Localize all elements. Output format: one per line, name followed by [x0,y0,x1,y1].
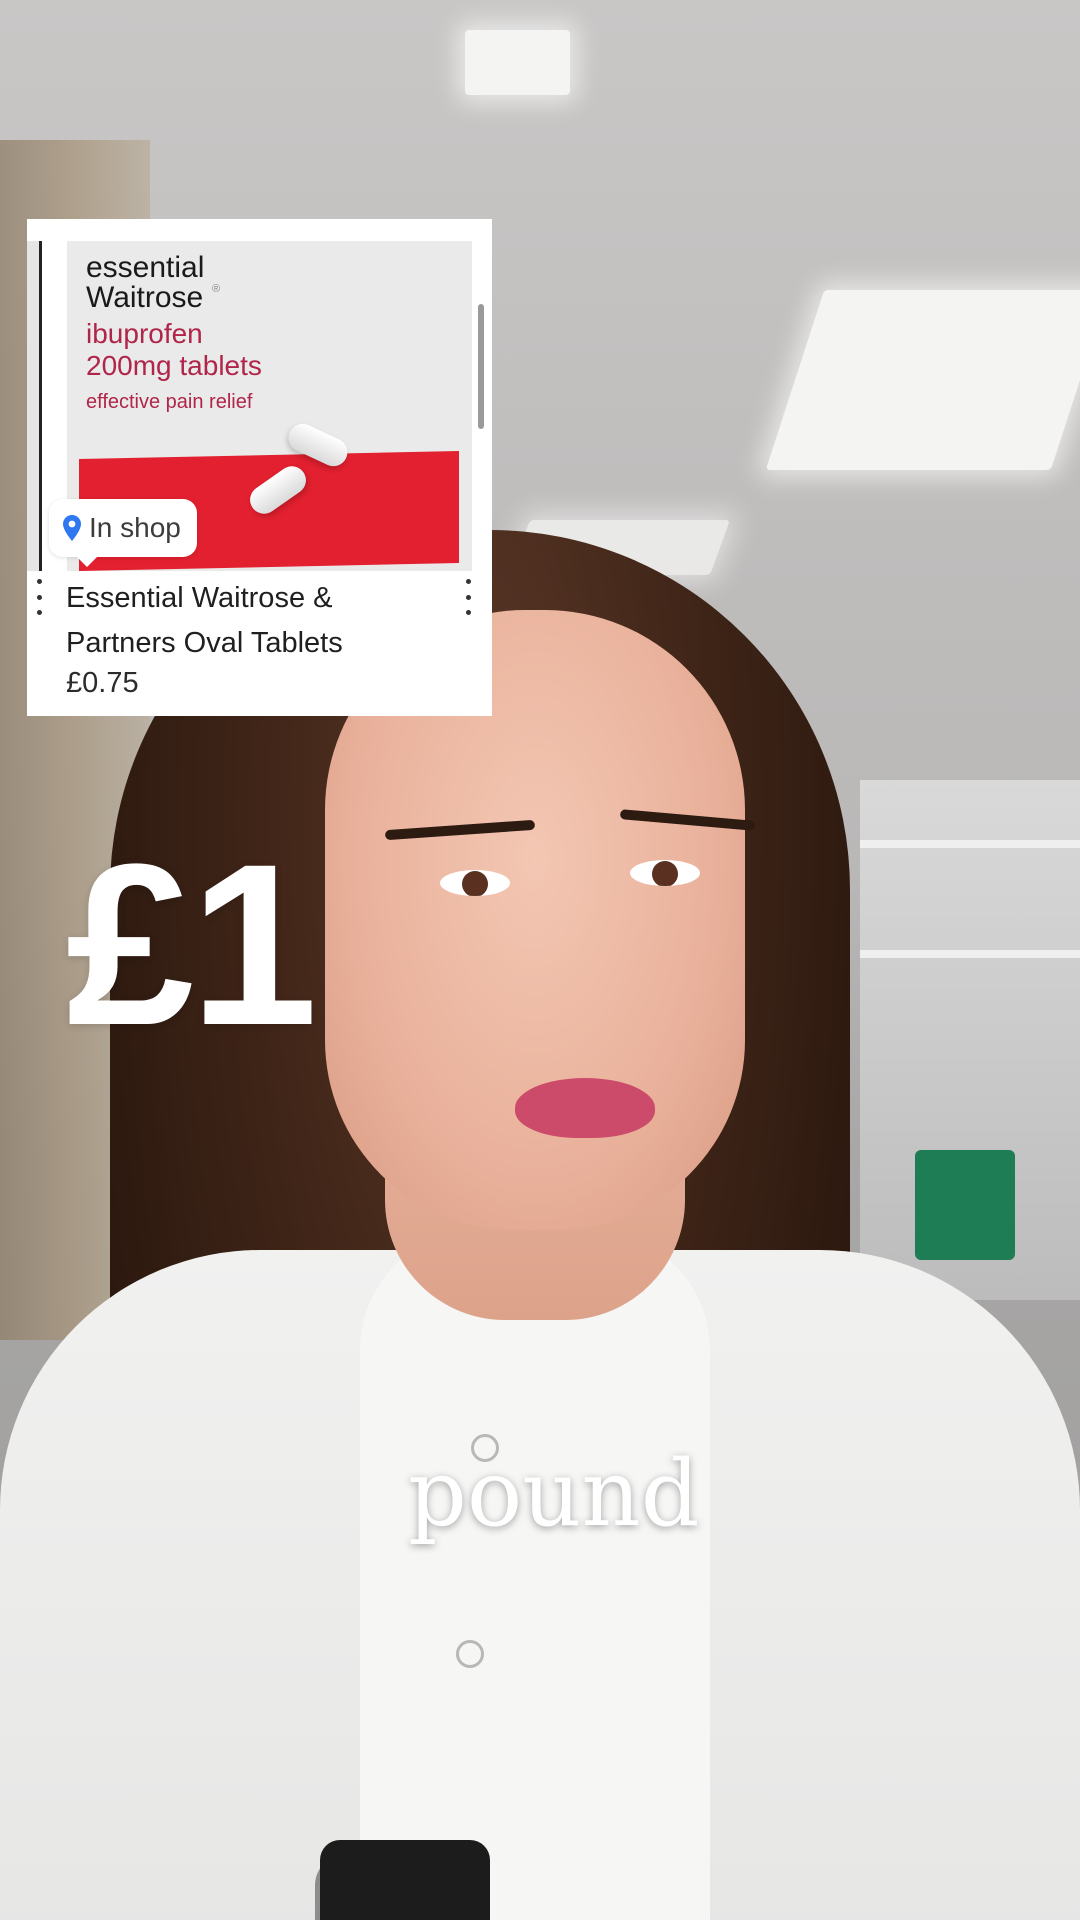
microphone [320,1840,490,1920]
presenter-eye [630,860,700,886]
background-green-box [915,1150,1015,1260]
registered-mark: ® [212,283,221,295]
product-title[interactable]: Essential Waitrose & Partners Oval Table… [66,576,436,666]
package-strength: 200mg tablets [86,350,262,381]
card-scrollbar[interactable] [478,304,484,429]
package-drug-name: ibuprofen [86,318,203,349]
previous-card-edge [27,241,42,571]
caption-text: pound [408,1440,700,1547]
more-options-icon[interactable] [29,579,49,615]
package-brand-line1: essential [86,251,205,284]
product-price: £0.75 [66,667,139,699]
more-options-icon[interactable] [458,579,478,615]
location-pin-icon [63,515,81,541]
in-shop-label: In shop [89,512,181,543]
ceiling-light [765,290,1080,470]
product-card[interactable]: essential Waitrose ® ibuprofen 200mg tab… [27,219,492,716]
ceiling-light [465,30,570,95]
presenter-lips [515,1078,655,1138]
package-tagline: effective pain relief [86,391,253,413]
in-shop-badge: In shop [49,499,197,567]
presenter-coat-collar [360,1230,710,1920]
package-brand-line2: Waitrose [86,281,204,314]
coat-button [456,1640,484,1668]
price-overlay-text: £1 [66,816,318,1073]
presenter-eye [440,870,510,896]
